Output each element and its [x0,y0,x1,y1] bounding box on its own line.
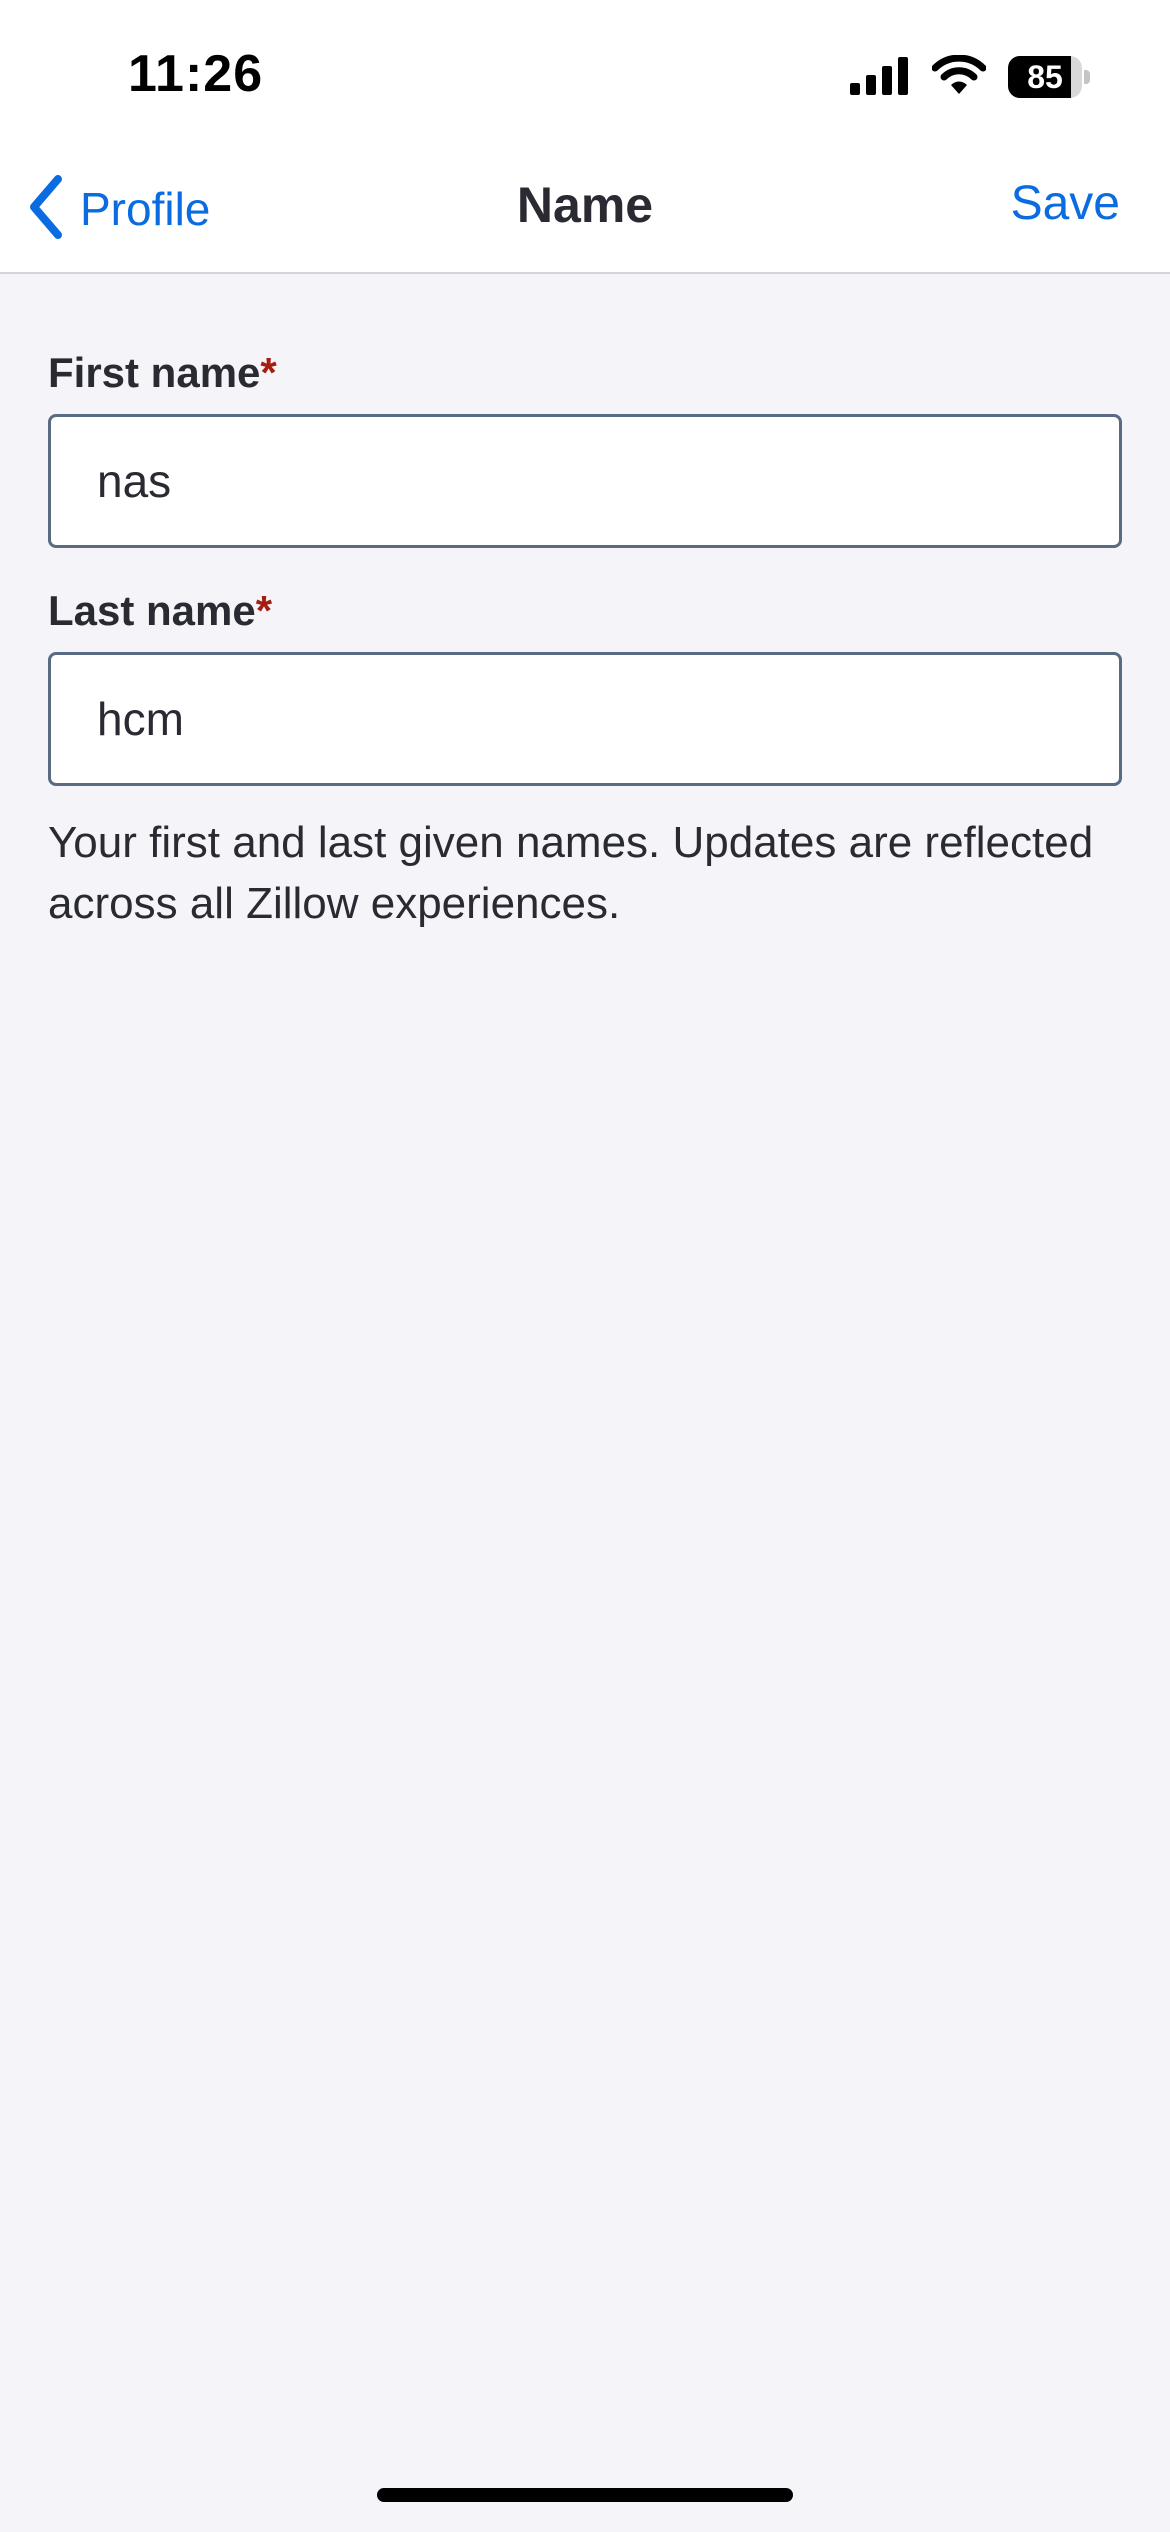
wifi-icon [931,54,987,100]
required-mark: * [255,587,273,634]
first-name-field-group: First name* [48,346,1122,548]
status-icons: 85 [850,52,1090,102]
last-name-label: Last name* [48,584,1122,638]
first-name-label-text: First name [48,349,261,396]
page-title: Name [516,177,654,233]
required-mark: * [260,349,277,396]
battery-icon: 85 [1008,56,1090,98]
home-indicator[interactable] [377,2488,793,2502]
last-name-field-group: Last name* [48,584,1122,786]
first-name-label: First name* [48,346,1122,400]
helper-text: Your first and last given names. Updates… [48,818,1094,928]
navigation-bar: Profile Name Save [0,150,1170,274]
screen: 11:26 85 Profile Name Save First name* n… [0,0,1170,2532]
last-name-label-text: Last name [48,587,256,634]
status-time: 11:26 [128,45,264,103]
cellular-signal-icon [850,55,910,100]
name-form: First name* Last name* Your first and la… [48,346,1122,934]
first-name-input[interactable] [48,414,1122,548]
save-button[interactable]: Save [1011,176,1120,231]
last-name-input[interactable] [48,652,1122,786]
battery-level: 85 [1027,58,1063,95]
status-bar: 11:26 85 [0,0,1170,150]
